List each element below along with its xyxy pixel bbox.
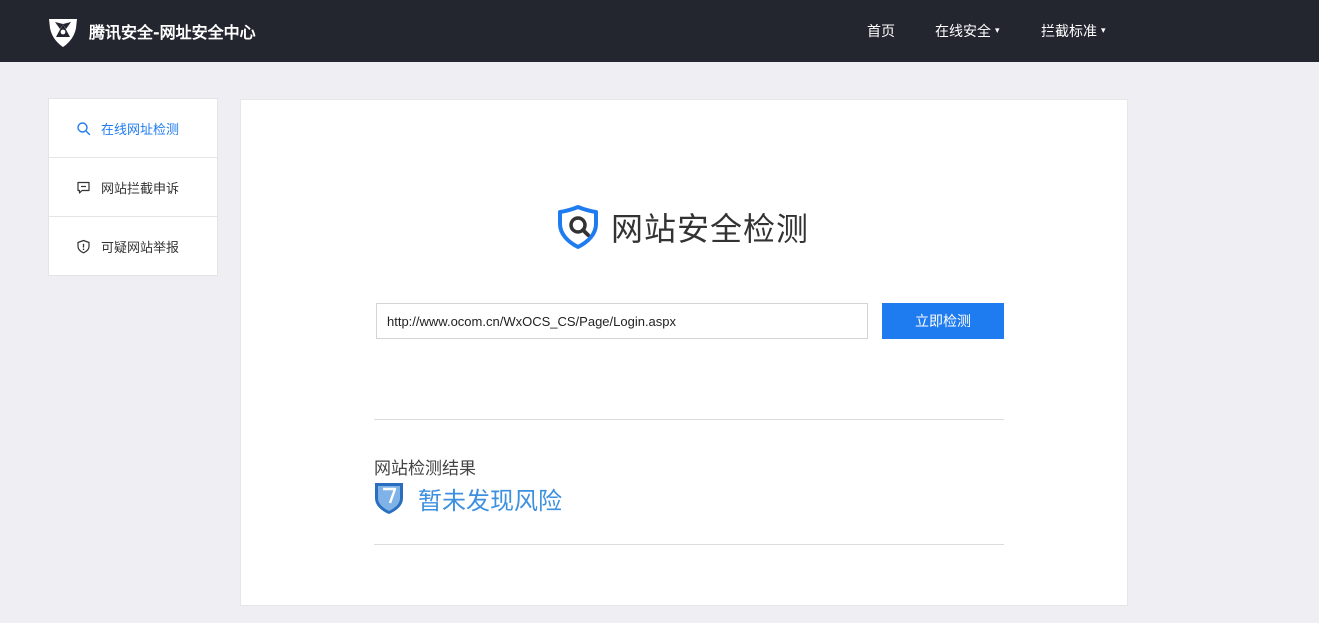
shield-safe-icon (375, 483, 403, 514)
result-status-text: 暂未发现风险 (418, 486, 562, 515)
nav-item-label: 在线安全 (935, 24, 991, 40)
sidebar-item-label: 可疑网站举报 (101, 241, 180, 256)
sidebar-item-block-appeal[interactable]: 网站拦截申诉 (49, 158, 217, 217)
nav-item-online-security[interactable]: 在线安全 ▾ (935, 0, 1000, 62)
sidebar-item-label: 网站拦截申诉 (101, 181, 180, 197)
check-now-button[interactable]: 立即检测 (882, 303, 1004, 339)
shield-alert-icon (77, 239, 90, 254)
page-heading: 网站安全检测 (555, 204, 809, 250)
chat-bubble-icon (77, 181, 90, 194)
sidebar-item-label: 在线网址检测 (101, 122, 180, 138)
chevron-down-icon: ▾ (995, 26, 1000, 36)
chevron-down-icon: ▾ (1101, 26, 1106, 36)
sidebar-item-report-suspicious[interactable]: 可疑网站举报 (49, 217, 217, 276)
nav-item-label: 首页 (867, 24, 895, 40)
divider (374, 419, 1004, 420)
result-label: 网站检测结果 (374, 459, 476, 479)
nav-item-block-standards[interactable]: 拦截标准 ▾ (1041, 0, 1106, 62)
url-input[interactable] (376, 303, 868, 339)
result-status: 暂未发现风险 (374, 481, 562, 515)
main-card: 网站安全检测 立即检测 网站检测结果 暂未发现风险 (240, 99, 1128, 606)
tencent-security-logo-icon (49, 19, 77, 47)
nav-item-home[interactable]: 首页 (867, 0, 895, 62)
brand-title: 腾讯安全-网址安全中心 (89, 23, 256, 42)
divider (374, 544, 1004, 545)
page-title: 网站安全检测 (611, 210, 810, 248)
top-navigation-bar: 腾讯安全-网址安全中心 首页 在线安全 ▾ 拦截标准 ▾ (0, 0, 1319, 62)
sidebar: 在线网址检测 网站拦截申诉 可疑网站举报 (48, 98, 218, 276)
sidebar-item-url-check[interactable]: 在线网址检测 (49, 99, 217, 158)
shield-search-icon (558, 205, 598, 249)
brand[interactable]: 腾讯安全-网址安全中心 (46, 14, 256, 48)
search-icon (77, 121, 91, 135)
nav-item-label: 拦截标准 (1041, 24, 1097, 40)
